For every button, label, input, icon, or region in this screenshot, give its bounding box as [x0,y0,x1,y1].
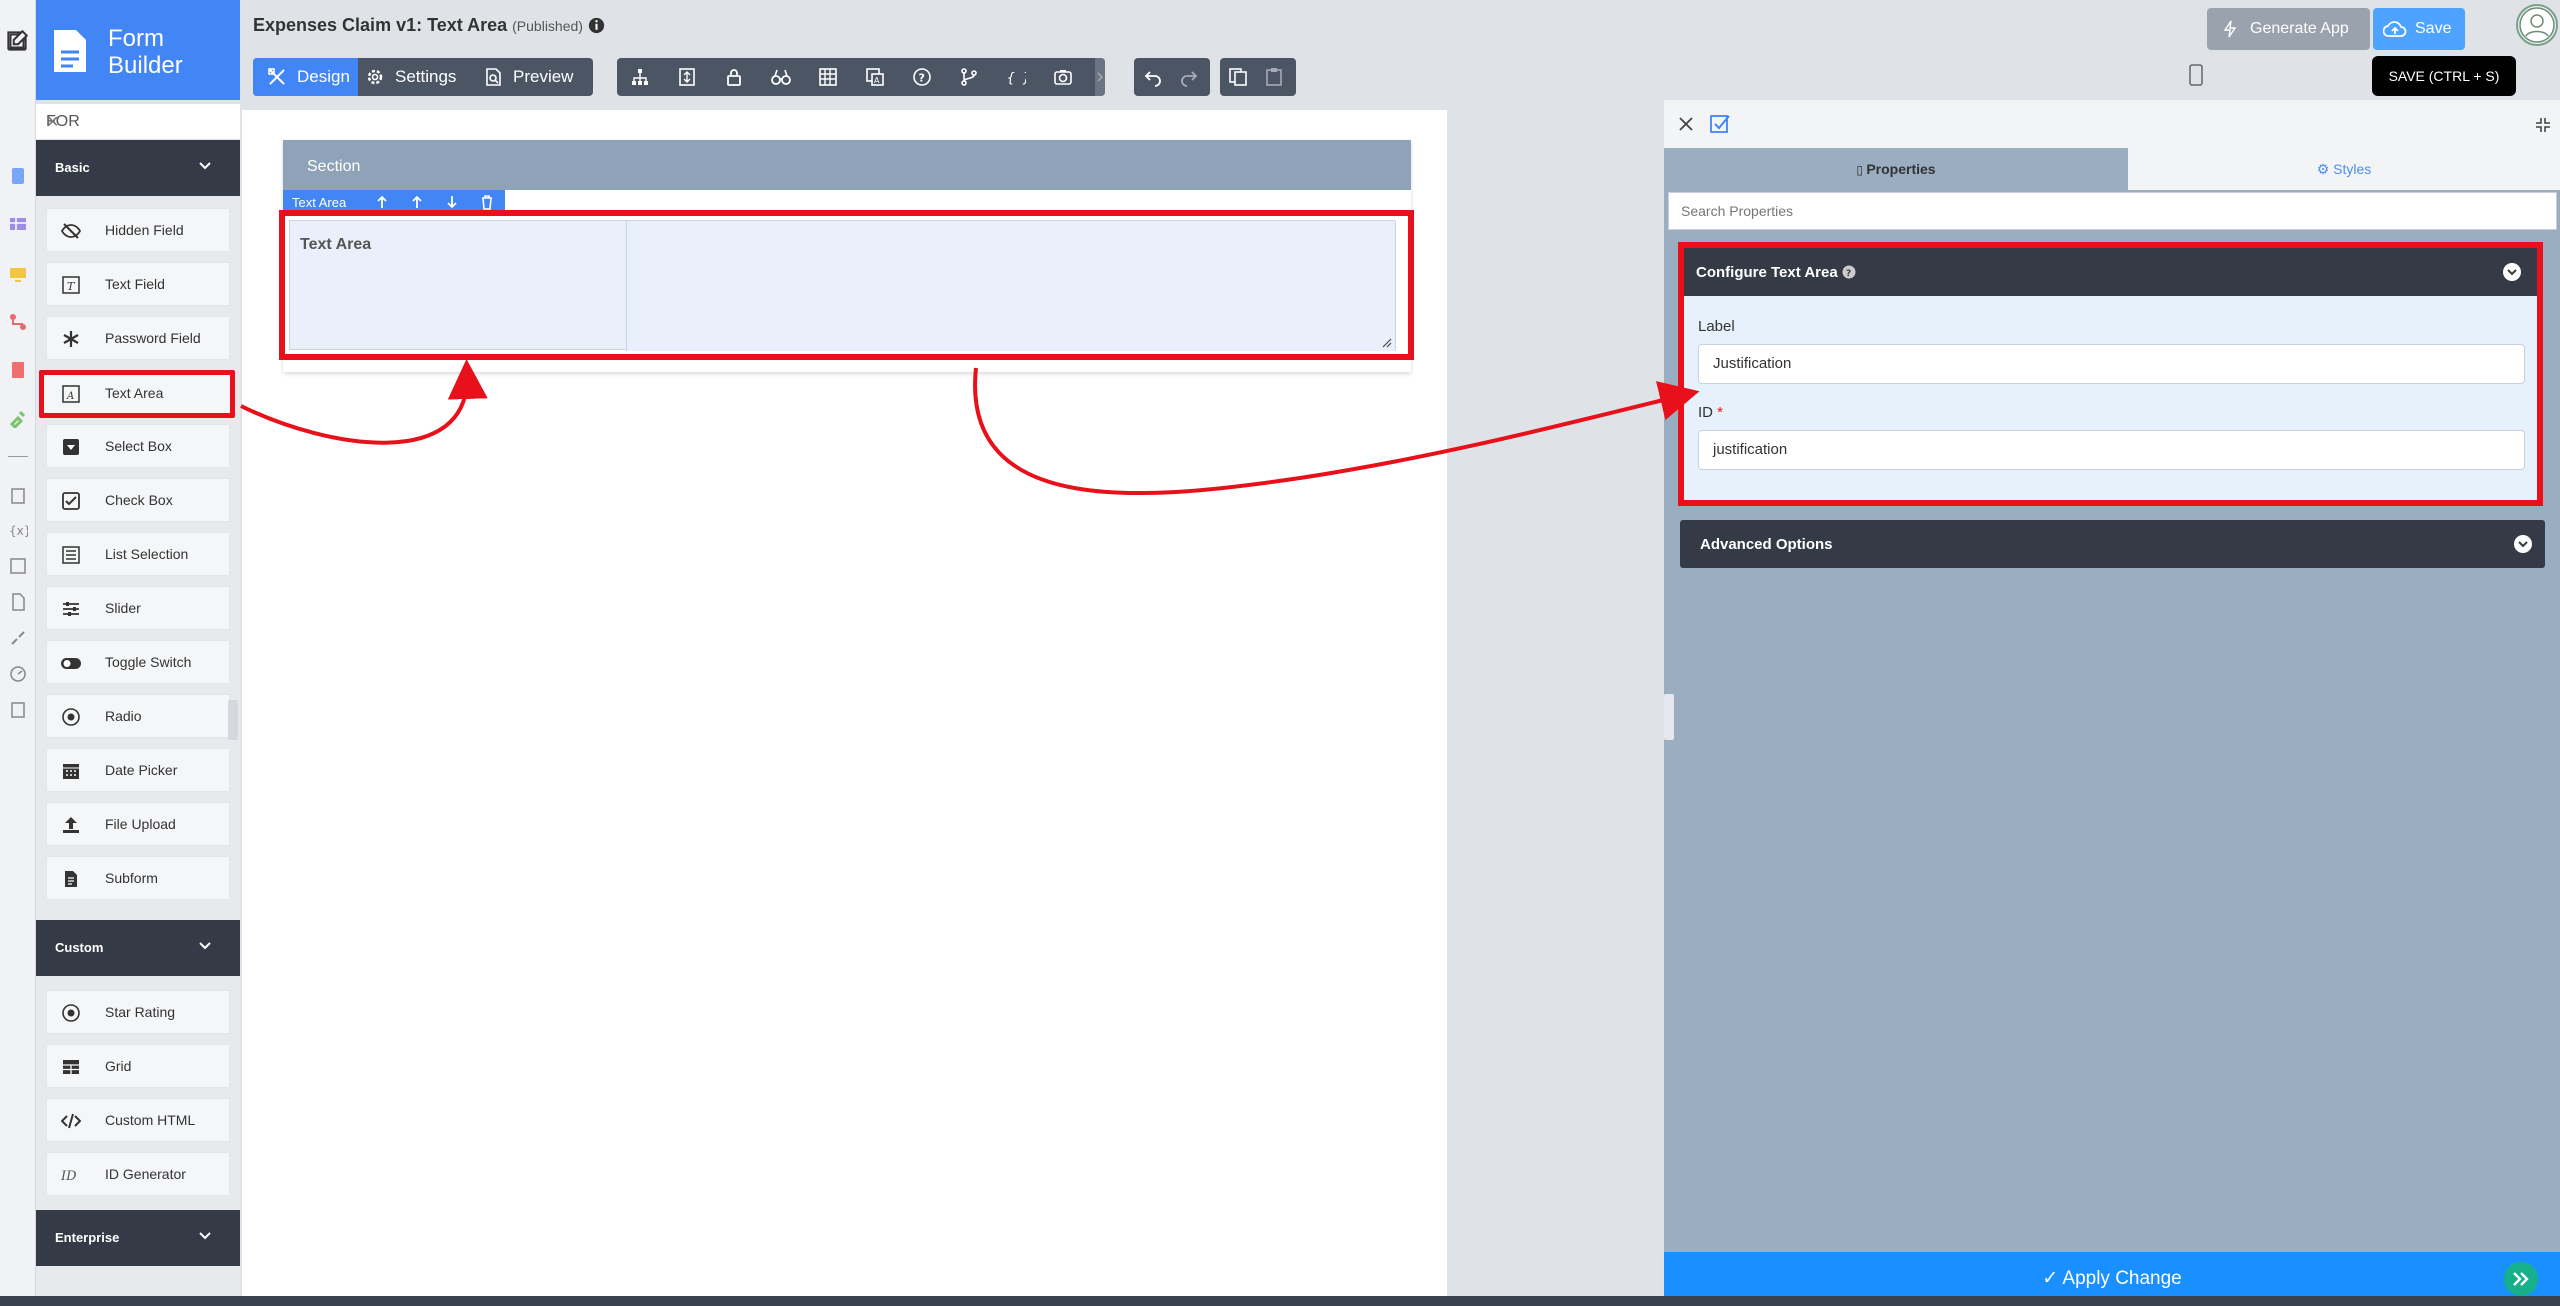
annotation-arrow-palette-to-canvas [240,359,488,445]
annotation-overlay [240,359,1700,496]
annotation-arrow-canvas-to-properties [973,367,1700,496]
status-bar [0,1296,2560,1306]
